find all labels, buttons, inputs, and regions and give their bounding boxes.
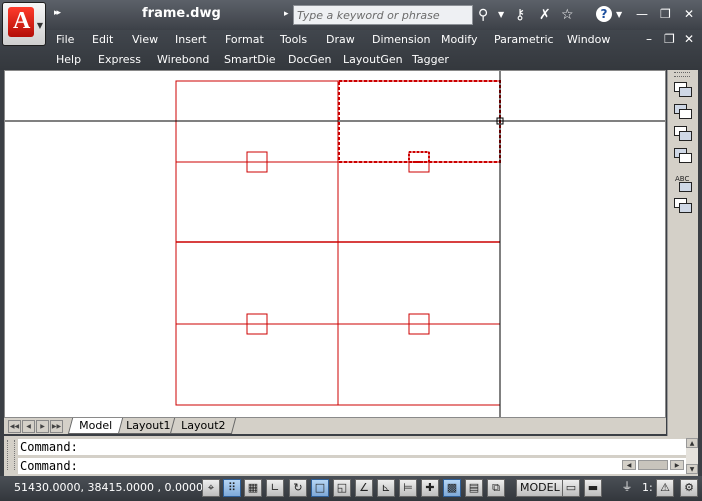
drawing-close-icon[interactable]: ✕	[684, 32, 694, 46]
menu-wirebond[interactable]: Wirebond	[157, 53, 209, 66]
coordinate-readout[interactable]: 51430.0000, 38415.0000 , 0.0000	[14, 481, 203, 494]
command-horizontal-scrollbar[interactable]: ◀ ▶	[622, 458, 686, 472]
drawing-minimize-icon[interactable]: –	[646, 32, 652, 46]
help-dropdown-icon[interactable]: ▼	[616, 6, 622, 24]
tab-layout2[interactable]: Layout2	[169, 418, 237, 434]
dims-to-front-icon[interactable]	[672, 196, 692, 214]
command-input-line[interactable]: Command:	[18, 458, 686, 474]
annotation-scale[interactable]: 1:	[642, 481, 653, 494]
dropdown-arrow-icon: ▼	[36, 21, 43, 30]
send-under-icon[interactable]	[672, 146, 692, 164]
dynamic-input-icon[interactable]: ⊨	[399, 479, 417, 497]
menu-format[interactable]: Format	[225, 33, 264, 46]
layout-tab-bar: ◀◀ ◀ ▶ ▶▶ Model Layout1 Layout2	[4, 418, 666, 434]
annotation-visibility-icon[interactable]: ⚠	[656, 479, 674, 497]
scroll-down-icon[interactable]: ▼	[686, 464, 698, 474]
object-snap-tracking-icon[interactable]: ∠	[355, 479, 373, 497]
quick-view-layouts-icon[interactable]: ▭	[562, 479, 580, 497]
scroll-up-icon[interactable]: ▲	[686, 438, 698, 448]
menu-layoutgen[interactable]: LayoutGen	[343, 53, 403, 66]
menu-view[interactable]: View	[132, 33, 158, 46]
menu-draw[interactable]: Draw	[326, 33, 355, 46]
menu-express[interactable]: Express	[98, 53, 141, 66]
model-space-button[interactable]: MODEL	[516, 479, 564, 497]
menu-tagger[interactable]: Tagger	[412, 53, 449, 66]
menu-modify[interactable]: Modify	[441, 33, 477, 46]
status-bar: 51430.0000, 38415.0000 , 0.0000 ⌖ ⠿ ▦ ∟ …	[0, 476, 702, 501]
star-icon[interactable]: ☆	[561, 6, 574, 24]
help-icon[interactable]: ?	[596, 6, 612, 22]
menu-edit[interactable]: Edit	[92, 33, 113, 46]
restore-window-icon[interactable]: ❐	[660, 7, 671, 21]
last-tab-icon[interactable]: ▶▶	[50, 420, 63, 433]
scroll-right-icon[interactable]: ▶	[670, 460, 684, 470]
menu-window[interactable]: Window	[567, 33, 610, 46]
scroll-thumb[interactable]	[638, 460, 668, 470]
3d-object-snap-icon[interactable]: ◱	[333, 479, 351, 497]
exchange-icon[interactable]: ✗	[539, 6, 551, 24]
command-window: Command: Command: ▲ ▼ ◀ ▶	[4, 436, 698, 476]
next-tab-icon[interactable]: ▶	[36, 420, 49, 433]
drawing-restore-icon[interactable]: ❐	[664, 32, 675, 46]
lineweight-icon[interactable]: ✚	[421, 479, 439, 497]
grid-display-icon[interactable]: ▦	[244, 479, 262, 497]
menu-insert[interactable]: Insert	[175, 33, 207, 46]
send-to-back-icon[interactable]	[672, 102, 692, 120]
tab-model[interactable]: Model	[67, 418, 124, 434]
menu-file[interactable]: File	[56, 33, 74, 46]
first-tab-icon[interactable]: ◀◀	[8, 420, 21, 433]
polar-tracking-icon[interactable]: ↻	[289, 479, 307, 497]
command-vertical-scrollbar[interactable]: ▲ ▼	[686, 438, 698, 474]
menu-smartdie[interactable]: SmartDie	[224, 53, 276, 66]
object-snap-icon[interactable]: □	[311, 479, 329, 497]
command-window-grip[interactable]	[7, 440, 15, 470]
workspace-switching-icon[interactable]: ⚙	[680, 479, 698, 497]
autocad-logo-icon: A	[8, 7, 34, 37]
search-box[interactable]	[293, 5, 473, 25]
minimize-window-icon[interactable]: —	[636, 7, 648, 21]
quick-properties-icon[interactable]: ▤	[465, 479, 483, 497]
command-history-line: Command:	[18, 439, 686, 455]
drawing-canvas[interactable]	[5, 71, 665, 417]
menu-docgen[interactable]: DocGen	[288, 53, 332, 66]
ortho-mode-icon[interactable]: ∟	[266, 479, 284, 497]
right-toolbar: ABC	[667, 70, 698, 440]
quick-access-expand-icon[interactable]: ▸▸	[54, 8, 61, 18]
close-window-icon[interactable]: ✕	[684, 7, 694, 21]
infer-constraints-icon[interactable]: ⌖	[202, 479, 220, 497]
selection-highlight-notch[interactable]	[408, 151, 430, 163]
application-menu-button[interactable]: A ▼	[2, 2, 46, 46]
menu-dimension[interactable]: Dimension	[372, 33, 430, 46]
menu-tools[interactable]: Tools	[280, 33, 307, 46]
binoculars-icon[interactable]: ⚲	[478, 6, 488, 24]
annotation-scale-icon[interactable]: ⏚	[618, 479, 636, 497]
scroll-left-icon[interactable]: ◀	[622, 460, 636, 470]
snap-mode-icon[interactable]: ⠿	[223, 479, 241, 497]
bring-above-icon[interactable]	[672, 124, 692, 142]
menu-parametric[interactable]: Parametric	[494, 33, 554, 46]
document-title: frame.dwg	[142, 6, 221, 21]
quick-view-drawings-icon[interactable]: ▬	[584, 479, 602, 497]
prev-tab-icon[interactable]: ◀	[22, 420, 35, 433]
bring-to-front-icon[interactable]	[672, 80, 692, 98]
selection-cycling-icon[interactable]: ⧉	[487, 479, 505, 497]
transparency-icon[interactable]: ▩	[443, 479, 461, 497]
binoculars-dropdown-icon[interactable]: ▼	[498, 6, 504, 24]
dynamic-ucs-icon[interactable]: ⊾	[377, 479, 395, 497]
drawing-area[interactable]	[4, 70, 666, 418]
key-icon[interactable]: ⚷	[515, 6, 525, 24]
search-input[interactable]	[297, 7, 469, 23]
search-expand-arrow-icon[interactable]: ▸	[284, 9, 289, 19]
menu-help[interactable]: Help	[56, 53, 81, 66]
toolbar-grip[interactable]	[674, 72, 690, 77]
text-to-front-icon[interactable]: ABC	[672, 174, 692, 192]
